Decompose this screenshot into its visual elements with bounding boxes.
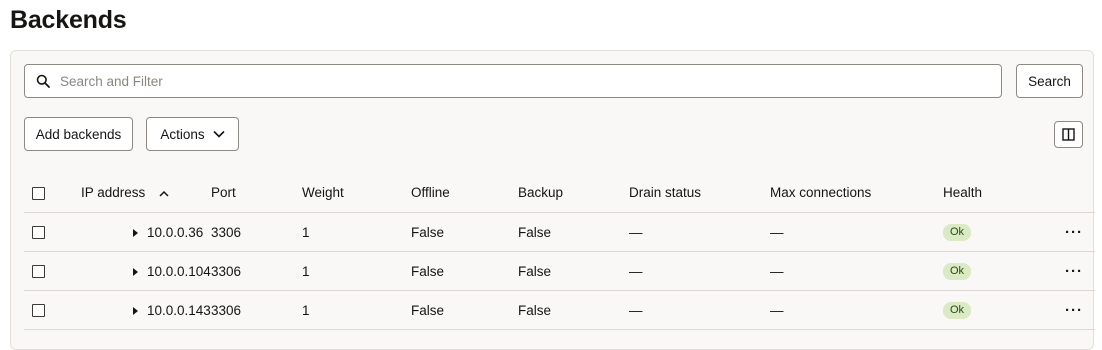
ip-cell: 10.0.0.143 (81, 290, 211, 330)
health-cell: Ok (943, 251, 1053, 291)
health-badge: Ok (943, 263, 972, 280)
table-header-row: IP address Port Weight Offline Backup Dr… (24, 173, 1095, 213)
column-header-max-connections[interactable]: Max connections (770, 173, 943, 213)
max-connections-cell: — (770, 290, 943, 330)
column-header-port[interactable]: Port (211, 173, 302, 213)
health-badge: Ok (943, 302, 972, 319)
column-header-drain-status[interactable]: Drain status (629, 173, 770, 213)
max-connections-cell: — (770, 212, 943, 252)
columns-icon (1062, 128, 1075, 141)
row-actions-menu[interactable]: ··· (1053, 251, 1095, 291)
column-label: IP address (81, 185, 146, 200)
row-select-cell[interactable] (24, 212, 81, 252)
row-select-cell[interactable] (24, 290, 81, 330)
port-cell: 3306 (211, 251, 302, 291)
backup-cell: False (518, 212, 629, 252)
weight-cell: 1 (302, 251, 411, 291)
search-icon (36, 74, 50, 88)
page-title: Backends (10, 6, 127, 34)
weight-cell: 1 (302, 290, 411, 330)
add-backends-button[interactable]: Add backends (24, 117, 133, 151)
row-checkbox[interactable] (32, 226, 45, 240)
health-cell: Ok (943, 212, 1053, 252)
drain-status-cell: — (629, 251, 770, 291)
row-checkbox[interactable] (32, 304, 45, 318)
drain-status-cell: — (629, 212, 770, 252)
chevron-down-icon (213, 130, 225, 138)
health-badge: Ok (943, 224, 972, 241)
column-header-backup[interactable]: Backup (518, 173, 629, 213)
expand-row-icon[interactable] (133, 228, 138, 237)
column-header-offline[interactable]: Offline (411, 173, 518, 213)
row-checkbox[interactable] (32, 265, 45, 279)
sort-ascending-icon[interactable] (159, 190, 169, 197)
column-header-actions (1053, 173, 1095, 213)
row-actions-menu[interactable]: ··· (1053, 212, 1095, 252)
row-actions-menu[interactable]: ··· (1053, 290, 1095, 330)
ip-cell: 10.0.0.104 (81, 251, 211, 291)
ip-cell: 10.0.0.36 (81, 212, 211, 252)
table-row[interactable]: 10.0.0.104 3306 1 False False — — Ok ··· (24, 251, 1095, 291)
search-input[interactable] (60, 65, 990, 97)
row-select-cell[interactable] (24, 251, 81, 291)
offline-cell: False (411, 290, 518, 330)
backends-table: IP address Port Weight Offline Backup Dr… (24, 173, 1095, 330)
column-header-ip[interactable]: IP address (81, 173, 211, 213)
column-header-weight[interactable]: Weight (302, 173, 411, 213)
backup-cell: False (518, 251, 629, 291)
actions-button[interactable]: Actions (146, 117, 239, 151)
column-header-health[interactable]: Health (943, 173, 1053, 213)
health-cell: Ok (943, 290, 1053, 330)
backup-cell: False (518, 290, 629, 330)
search-field[interactable] (24, 64, 1002, 98)
ip-value: 10.0.0.143 (147, 302, 211, 318)
max-connections-cell: — (770, 251, 943, 291)
select-all-checkbox[interactable] (32, 186, 45, 200)
expand-row-icon[interactable] (133, 267, 138, 276)
offline-cell: False (411, 212, 518, 252)
expand-row-icon[interactable] (133, 306, 138, 315)
offline-cell: False (411, 251, 518, 291)
select-all-cell[interactable] (24, 173, 81, 213)
port-cell: 3306 (211, 290, 302, 330)
search-button[interactable]: Search (1016, 64, 1083, 98)
table-row[interactable]: 10.0.0.143 3306 1 False False — — Ok ··· (24, 290, 1095, 330)
port-cell: 3306 (211, 212, 302, 252)
actions-label: Actions (160, 126, 205, 142)
weight-cell: 1 (302, 212, 411, 252)
backends-panel: Search Add backends Actions IP address P… (10, 50, 1095, 350)
table-row[interactable]: 10.0.0.36 3306 1 False False — — Ok ··· (24, 212, 1095, 252)
ip-value: 10.0.0.104 (147, 263, 211, 279)
ip-value: 10.0.0.36 (147, 224, 204, 240)
drain-status-cell: — (629, 290, 770, 330)
column-settings-button[interactable] (1054, 121, 1083, 148)
